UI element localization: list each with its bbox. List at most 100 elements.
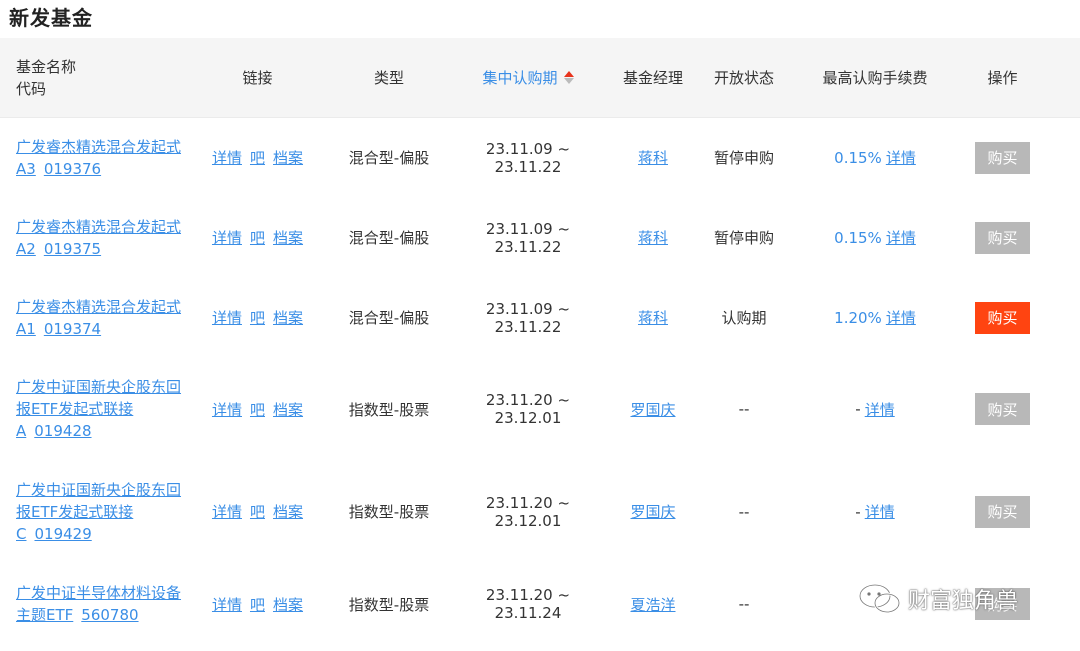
archive-link[interactable]: 档案 [273,147,303,168]
fund-manager-cell: 夏浩洋 [603,594,703,615]
fee-detail-link[interactable]: 详情 [886,227,916,248]
buy-button[interactable]: 购买 [975,393,1030,425]
page-title: 新发基金 [9,6,93,30]
fund-type: 混合型-偏股 [348,149,430,167]
buy-button[interactable]: 购买 [975,588,1030,620]
bar-link[interactable]: 吧 [250,594,265,615]
fee-detail-link[interactable]: 详情 [865,501,895,522]
fund-status: 暂停申购 [713,229,774,247]
header-op: 操作 [987,69,1018,87]
fund-fee: - [855,502,861,521]
fund-fee: - [855,400,861,418]
fund-name-link[interactable]: 广发中证国新央企股东回报ETF发起式联接C 019429 [16,479,181,545]
table-row: 广发中证国新央企股东回报ETF发起式联接A 019428 详情 吧 档案 指数型-… [0,358,1080,461]
buy-button[interactable]: 购买 [975,301,1030,334]
buy-button[interactable]: 购买 [975,141,1030,174]
detail-link[interactable]: 详情 [212,399,242,420]
op-cell: 购买 [965,588,1040,620]
header-status: 开放状态 [713,69,774,87]
fund-manager-link[interactable]: 蒋科 [638,147,668,168]
bar-link[interactable]: 吧 [250,147,265,168]
fund-manager-cell: 蒋科 [603,227,703,248]
fund-period: 23.11.20 ~ 23.12.01 [485,391,571,427]
header-name: 基金名称 [16,57,77,76]
fund-fee: 0.15% [834,228,882,247]
fund-fee-cell: 1.20% 详情 [785,307,965,328]
fund-code: 019428 [34,422,92,440]
fee-detail-link[interactable]: 详情 [886,147,916,168]
fund-manager-cell: 罗国庆 [603,501,703,522]
fund-links: 详情 吧 档案 [190,594,325,615]
detail-link[interactable]: 详情 [212,307,242,328]
fund-fee-cell: - 详情 [785,399,965,420]
op-cell: 购买 [965,301,1040,334]
fund-name-link[interactable]: 广发睿杰精选混合发起式A1 019374 [16,296,181,340]
fund-name-cell: 广发中证半导体材料设备主题ETF 560780 [0,582,190,626]
fund-name-cell: 广发睿杰精选混合发起式A3 019376 [0,136,190,180]
fund-table: 基金名称 代码 链接 类型 集中认购期 基金经理 开放状态 最高认购手续费 操作… [0,38,1080,646]
fund-name-cell: 广发睿杰精选混合发起式A2 019375 [0,216,190,260]
header-code: 代码 [16,79,47,98]
fund-links: 详情 吧 档案 [190,227,325,248]
fund-manager-link[interactable]: 夏浩洋 [630,594,675,615]
header-manager: 基金经理 [622,69,683,87]
fund-name-link[interactable]: 广发睿杰精选混合发起式A2 019375 [16,216,181,260]
buy-button[interactable]: 购买 [975,495,1030,528]
fund-name-link[interactable]: 广发睿杰精选混合发起式A3 019376 [16,136,181,180]
fund-type: 指数型-股票 [348,503,430,521]
bar-link[interactable]: 吧 [250,399,265,420]
fund-fee-cell: 0.15% 详情 [785,227,965,248]
detail-link[interactable]: 详情 [212,147,242,168]
bar-link[interactable]: 吧 [250,501,265,522]
header-name-cell: 基金名称 代码 [0,56,190,100]
fund-status: -- [738,400,750,418]
archive-link[interactable]: 档案 [273,227,303,248]
fund-fee: 0.15% [834,148,882,167]
fund-type: 指数型-股票 [348,400,430,419]
fund-status: 认购期 [721,309,767,327]
fee-detail-link[interactable]: 详情 [886,307,916,328]
op-cell: 购买 [965,393,1040,425]
detail-link[interactable]: 详情 [212,227,242,248]
archive-link[interactable]: 档案 [273,594,303,615]
fund-name-link[interactable]: 广发中证国新央企股东回报ETF发起式联接A 019428 [16,376,181,442]
fund-name-cell: 广发睿杰精选混合发起式A1 019374 [0,296,190,340]
fund-name-cell: 广发中证国新央企股东回报ETF发起式联接C 019429 [0,479,190,545]
table-body: 广发睿杰精选混合发起式A3 019376 详情 吧 档案 混合型-偏股 23.11… [0,118,1080,646]
fund-period: 23.11.20 ~ 23.12.01 [485,493,571,530]
fund-period: 23.11.09 ~ 23.11.22 [485,299,571,336]
fee-detail-link[interactable]: 详情 [865,399,895,420]
detail-link[interactable]: 详情 [212,501,242,522]
table-row: 广发中证国新央企股东回报ETF发起式联接C 019429 详情 吧 档案 指数型-… [0,461,1080,563]
fund-links: 详情 吧 档案 [190,147,325,168]
archive-link[interactable]: 档案 [273,501,303,522]
bar-link[interactable]: 吧 [250,227,265,248]
header-period: 集中认购期 [482,69,558,87]
archive-link[interactable]: 档案 [273,399,303,420]
fund-status: -- [738,502,750,521]
fund-type: 指数型-股票 [348,595,430,614]
fund-code: 560780 [81,606,139,624]
fund-manager-link[interactable]: 罗国庆 [630,399,675,420]
buy-button[interactable]: 购买 [975,221,1030,254]
fund-name-link[interactable]: 广发中证半导体材料设备主题ETF 560780 [16,582,181,626]
header-period-sort[interactable]: 集中认购期 [453,67,603,88]
fund-manager-link[interactable]: 蒋科 [638,307,668,328]
bar-link[interactable]: 吧 [250,307,265,328]
archive-link[interactable]: 档案 [273,307,303,328]
fund-period: 23.11.20 ~ 23.11.24 [485,586,571,622]
fund-manager-link[interactable]: 罗国庆 [630,501,675,522]
fund-manager-link[interactable]: 蒋科 [638,227,668,248]
header-fee: 最高认购手续费 [822,69,928,87]
fund-period: 23.11.09 ~ 23.11.22 [485,139,571,176]
header-links: 链接 [242,69,273,87]
detail-link[interactable]: 详情 [212,594,242,615]
fund-type: 混合型-偏股 [348,229,430,247]
fund-fee-cell: 0.15% 详情 [785,147,965,168]
table-row: 广发睿杰精选混合发起式A3 019376 详情 吧 档案 混合型-偏股 23.11… [0,118,1080,198]
fund-code: 019375 [43,239,102,258]
fund-status: 暂停申购 [713,149,774,167]
op-cell: 购买 [965,221,1040,254]
fund-links: 详情 吧 档案 [190,501,325,522]
fund-status: -- [738,595,750,613]
